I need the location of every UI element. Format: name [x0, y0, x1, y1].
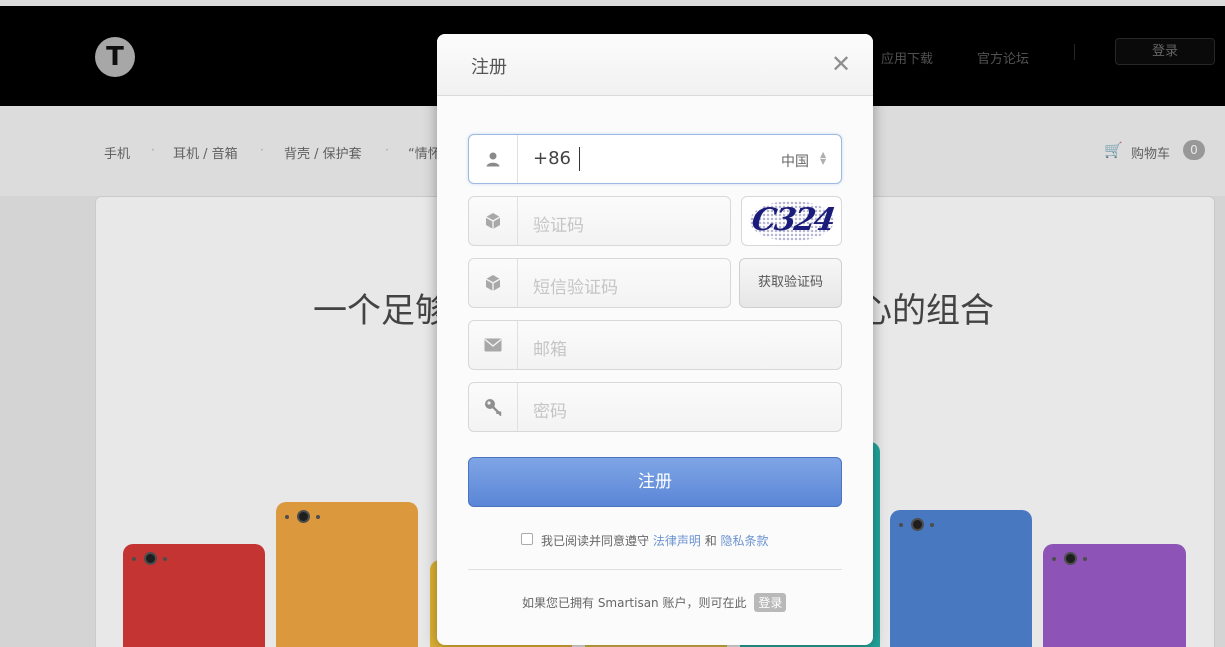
email-placeholder: 邮箱	[533, 340, 567, 360]
cube-icon	[469, 259, 518, 307]
agreement-and: 和	[704, 534, 717, 548]
password-field[interactable]: 密码	[468, 382, 842, 432]
captcha-text: C324	[749, 202, 836, 238]
existing-account-message: 如果您已拥有 Smartisan 账户，则可在此	[522, 596, 747, 610]
dialog-divider	[468, 569, 842, 570]
text-caret	[579, 147, 580, 171]
close-icon[interactable]: ✕	[831, 50, 851, 78]
email-field[interactable]: 邮箱	[468, 320, 842, 370]
captcha-field[interactable]: 验证码	[468, 196, 731, 246]
sms-code-field[interactable]: 短信验证码	[468, 258, 731, 308]
privacy-policy-link[interactable]: 隐私条款	[721, 534, 769, 548]
agreement-prefix: 我已阅读并同意遵守	[541, 534, 650, 548]
cube-icon	[469, 197, 518, 245]
key-icon	[469, 383, 518, 431]
phone-field[interactable]: +86 中国 ▲ ▼	[468, 134, 842, 184]
select-arrows-icon[interactable]: ▲ ▼	[820, 151, 826, 166]
legal-notice-link[interactable]: 法律声明	[653, 534, 701, 548]
captcha-image[interactable]: C324	[741, 196, 842, 246]
envelope-icon	[469, 321, 518, 369]
dialog-login-link[interactable]: 登录	[754, 593, 787, 612]
dialog-title: 注册	[471, 57, 507, 78]
password-placeholder: 密码	[533, 402, 567, 422]
country-select[interactable]: 中国	[781, 151, 809, 171]
get-sms-code-button[interactable]: 获取验证码	[739, 258, 842, 308]
captcha-placeholder: 验证码	[533, 216, 584, 236]
phone-prefix: +86	[533, 148, 571, 169]
existing-account-text: 如果您已拥有 Smartisan 账户，则可在此 登录	[522, 593, 787, 612]
sms-code-placeholder: 短信验证码	[533, 278, 618, 298]
register-submit-button[interactable]: 注册	[468, 457, 842, 507]
register-dialog: 注册 ✕ +86 中国 ▲ ▼ 验证码 C324 短信验证码 获取验证码 邮箱 …	[437, 34, 873, 645]
agreement-text: 我已阅读并同意遵守 法律声明 和 隐私条款	[541, 532, 769, 549]
user-icon	[469, 135, 518, 183]
dialog-header: 注册 ✕	[437, 34, 873, 96]
agreement-checkbox[interactable]	[521, 533, 533, 545]
